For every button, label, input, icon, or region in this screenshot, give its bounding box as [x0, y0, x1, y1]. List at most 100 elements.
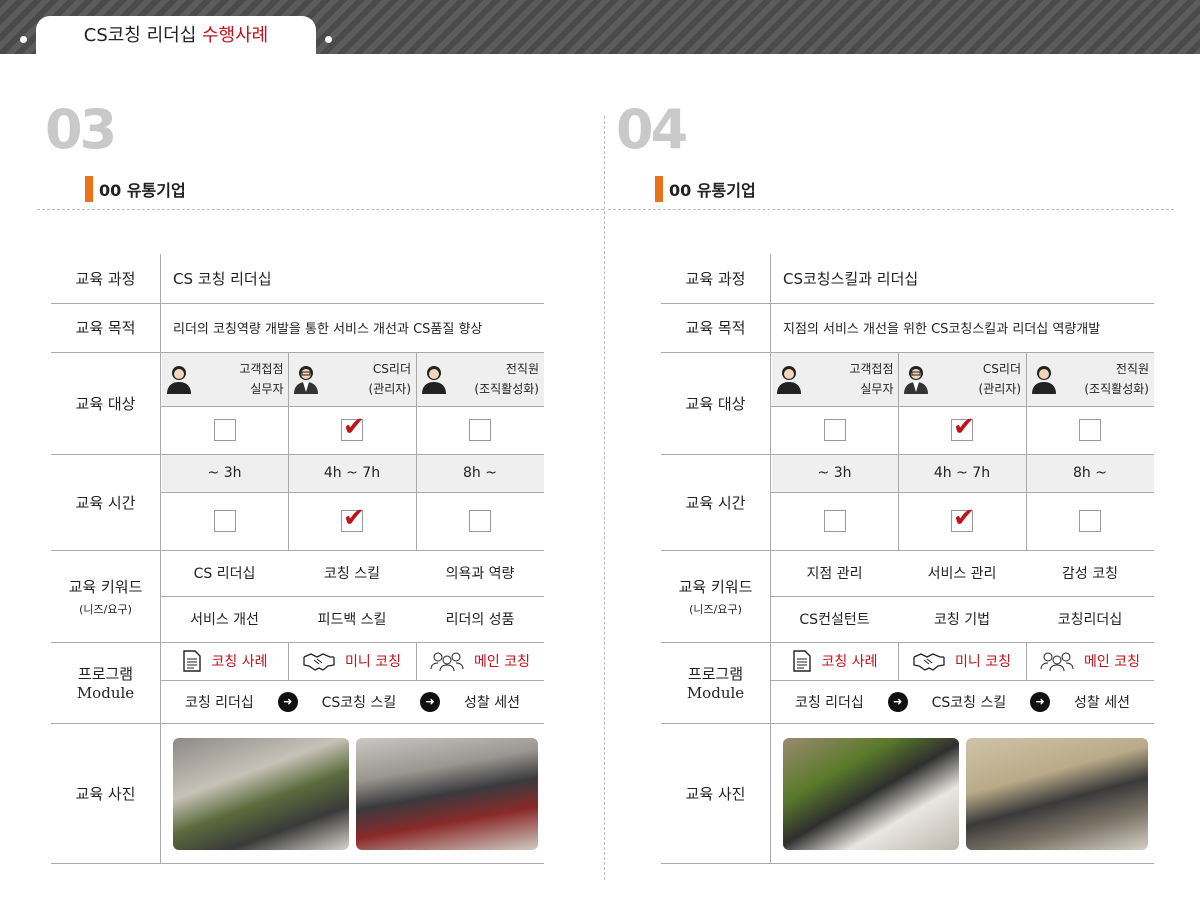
- keyword-cell: 리더의 성품: [445, 612, 515, 628]
- checkmark-icon: ✔: [343, 503, 365, 533]
- time-cell-1: 4h ~ 7h: [933, 465, 991, 481]
- time-checkbox[interactable]: [771, 492, 898, 550]
- goal-value: 지점의 서비스 개선을 위한 CS코칭스킬과 리더십 역량개발: [783, 322, 1101, 337]
- group-icon: [1040, 652, 1074, 671]
- handshake-icon: [913, 653, 945, 671]
- group-icon: [430, 652, 464, 671]
- flow-step: 코칭 리더십: [184, 694, 254, 711]
- case-panel: 03 00 유통기업 교육 과정 교육 목적 교육 대상 교육 시간 교육 키워…: [0, 0, 604, 900]
- course-value: CS코칭스킬과 리더십: [783, 270, 919, 288]
- target-checkbox[interactable]: [1026, 406, 1154, 454]
- staff-icon: [422, 366, 446, 394]
- time-cell-2: 8h ~: [1073, 465, 1107, 481]
- keyword-cell: 피드백 스킬: [317, 612, 387, 628]
- flow-step: 성찰 세션: [464, 694, 520, 711]
- label-target: 교육 대상: [661, 352, 771, 454]
- module-case: 코칭 사례: [771, 642, 898, 680]
- target-checkbox[interactable]: ✔: [288, 406, 416, 454]
- target-cell-2: 전직원 (조직활성화): [416, 352, 544, 406]
- keyword-cell: 코칭 기법: [934, 612, 990, 628]
- label-program: 프로그램 Module: [661, 642, 771, 723]
- flow-step: CS코칭 스킬: [321, 694, 397, 711]
- time-cell-1: 4h ~ 7h: [323, 465, 381, 481]
- target-cell-0: 고객접점 실무자: [161, 352, 288, 406]
- keyword-cell: 서비스 개선: [190, 612, 259, 628]
- label-goal: 교육 목적: [661, 303, 771, 352]
- keyword-cell: CS컨설턴트: [799, 612, 870, 628]
- arrow-right-icon: ➜: [1030, 691, 1051, 712]
- info-table: 교육 과정 교육 목적 교육 대상 교육 시간 교육 키워드 (니즈/요구) 프로…: [51, 254, 544, 864]
- checkmark-icon: ✔: [343, 412, 365, 442]
- orange-marker: [85, 176, 93, 202]
- flow-step: 코칭 리더십: [794, 694, 864, 711]
- time-checkbox[interactable]: ✔: [288, 492, 416, 550]
- time-checkbox[interactable]: [416, 492, 544, 550]
- goal-value: 리더의 코칭역량 개발을 통한 서비스 개선과 CS품질 향상: [173, 322, 483, 337]
- course-value: CS 코칭 리더십: [173, 270, 272, 288]
- training-photo-1: [783, 738, 959, 850]
- company-title: 00 유통기업: [655, 176, 756, 202]
- checkmark-icon: ✔: [953, 412, 975, 442]
- document-icon: [182, 650, 201, 672]
- checkmark-icon: ✔: [953, 503, 975, 533]
- label-program: 프로그램 Module: [51, 642, 161, 723]
- document-icon: [792, 650, 811, 672]
- dashed-divider: [608, 209, 1174, 210]
- keyword-cell: 코칭리더십: [1057, 612, 1123, 628]
- case-panel: 04 00 유통기업 교육 과정 교육 목적 교육 대상 교육 시간 교육 키워…: [604, 0, 1200, 900]
- module-case: 코칭 사례: [161, 642, 288, 680]
- flow-step: 성찰 세션: [1074, 694, 1130, 711]
- person-icon: [776, 366, 801, 394]
- label-keyword: 교육 키워드 (니즈/요구): [51, 550, 161, 642]
- company-title: 00 유통기업: [85, 176, 186, 202]
- target-cell-2: 전직원 (조직활성화): [1026, 352, 1154, 406]
- module-flow: 코칭 리더십 ➜ CS코칭 스킬 ➜ 성찰 세션: [771, 680, 1154, 723]
- module-mini: 미니 코칭: [288, 642, 416, 680]
- company-name: 00 유통기업: [99, 181, 186, 200]
- label-course: 교육 과정: [51, 254, 161, 303]
- training-photo-2: [966, 738, 1148, 850]
- training-photo-1: [173, 738, 349, 850]
- handshake-icon: [303, 653, 335, 671]
- module-flow: 코칭 리더십 ➜ CS코칭 스킬 ➜ 성찰 세션: [161, 680, 544, 723]
- dashed-divider: [37, 209, 604, 210]
- info-table: 교육 과정 교육 목적 교육 대상 교육 시간 교육 키워드 (니즈/요구) 프로…: [661, 254, 1154, 864]
- label-goal: 교육 목적: [51, 303, 161, 352]
- company-name: 00 유통기업: [669, 181, 756, 200]
- keyword-cell: 감성 코칭: [1062, 566, 1118, 582]
- case-number: 03: [45, 98, 117, 161]
- keyword-cell: 의욕과 역량: [445, 566, 515, 582]
- label-target: 교육 대상: [51, 352, 161, 454]
- label-photo: 교육 사진: [661, 723, 771, 864]
- target-checkbox[interactable]: [771, 406, 898, 454]
- staff-icon: [1032, 366, 1056, 394]
- target-checkbox[interactable]: [161, 406, 288, 454]
- training-photo-2: [356, 738, 538, 850]
- arrow-right-icon: ➜: [887, 691, 908, 712]
- label-time: 교육 시간: [661, 454, 771, 550]
- keyword-cell: 서비스 관리: [927, 566, 997, 582]
- module-main: 메인 코칭: [416, 642, 544, 680]
- label-course: 교육 과정: [661, 254, 771, 303]
- time-checkbox[interactable]: ✔: [898, 492, 1026, 550]
- time-cell-0: ~ 3h: [817, 465, 852, 481]
- target-cell-1: CS리더 (관리자): [898, 352, 1026, 406]
- manager-icon: [294, 366, 318, 394]
- label-photo: 교육 사진: [51, 723, 161, 864]
- keyword-cell: 코칭 스킬: [324, 566, 380, 582]
- case-number: 04: [616, 98, 688, 161]
- keyword-cell: 지점 관리: [806, 566, 863, 582]
- label-keyword: 교육 키워드 (니즈/요구): [661, 550, 771, 642]
- target-checkbox[interactable]: ✔: [898, 406, 1026, 454]
- keyword-cell: CS 리더십: [193, 566, 256, 582]
- time-cell-0: ~ 3h: [207, 465, 242, 481]
- target-cell-1: CS리더 (관리자): [288, 352, 416, 406]
- target-checkbox[interactable]: [416, 406, 544, 454]
- time-checkbox[interactable]: [1026, 492, 1154, 550]
- manager-icon: [904, 366, 928, 394]
- module-mini: 미니 코칭: [898, 642, 1026, 680]
- time-checkbox[interactable]: [161, 492, 288, 550]
- label-time: 교육 시간: [51, 454, 161, 550]
- orange-marker: [655, 176, 663, 202]
- arrow-right-icon: ➜: [277, 691, 298, 712]
